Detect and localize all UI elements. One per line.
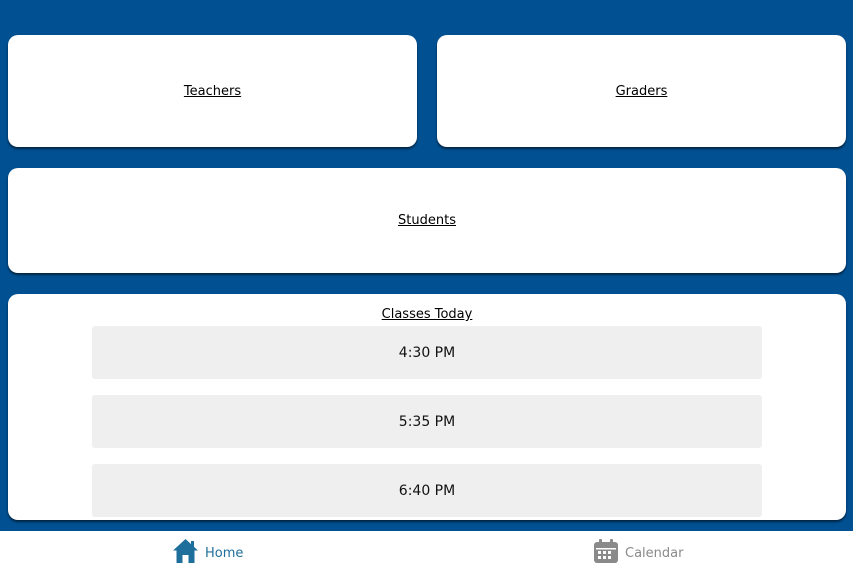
graders-card[interactable]: Graders xyxy=(437,35,846,147)
nav-calendar-tab[interactable]: Calendar xyxy=(593,531,683,575)
teachers-card[interactable]: Teachers xyxy=(8,35,417,147)
graders-link[interactable]: Graders xyxy=(616,84,668,99)
class-item[interactable]: 6:40 PM xyxy=(92,464,762,517)
home-icon xyxy=(172,538,205,568)
nav-calendar-label: Calendar xyxy=(625,545,684,561)
class-item[interactable]: 5:35 PM xyxy=(92,395,762,448)
teachers-link[interactable]: Teachers xyxy=(184,84,241,99)
class-list: 4:30 PM 5:35 PM 6:40 PM xyxy=(92,326,762,520)
class-item[interactable]: 4:30 PM xyxy=(92,326,762,379)
classes-today-card: Classes Today 4:30 PM 5:35 PM 6:40 PM xyxy=(8,294,846,520)
calendar-icon xyxy=(593,538,625,568)
nav-home-label: Home xyxy=(205,545,244,561)
students-link[interactable]: Students xyxy=(398,213,456,228)
bottom-navigation: Home Calendar xyxy=(0,531,853,575)
nav-home-tab[interactable]: Home xyxy=(172,531,243,575)
students-card[interactable]: Students xyxy=(8,168,846,273)
classes-today-link[interactable]: Classes Today xyxy=(8,307,846,322)
app-root: Teachers Graders Students Classes Today … xyxy=(0,0,853,575)
